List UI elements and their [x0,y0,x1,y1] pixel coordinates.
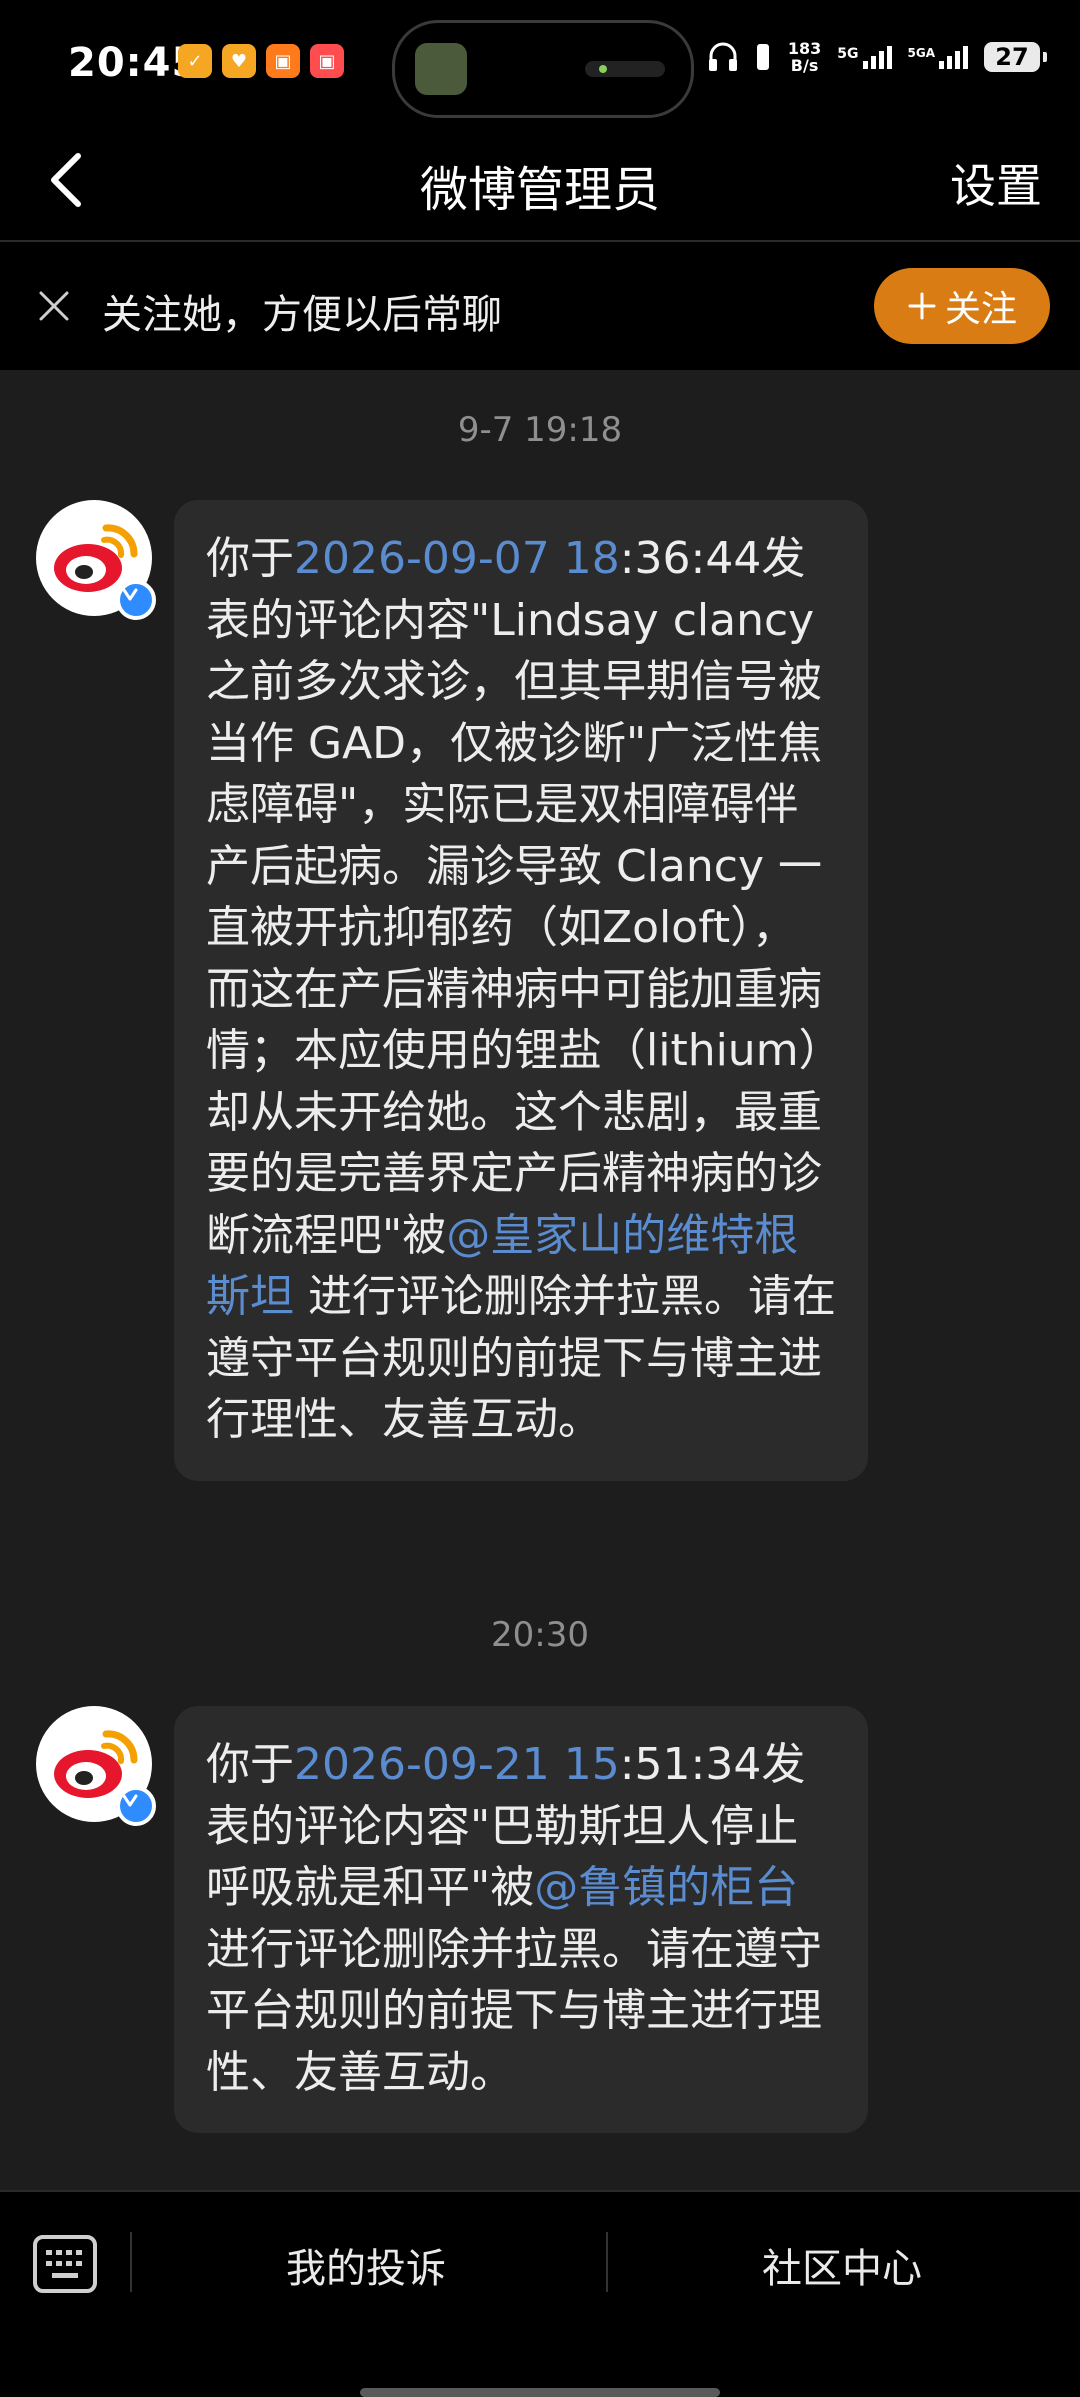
user-mention-link[interactable]: @鲁镇的柜台 [534,1862,798,1913]
headphones-icon [708,42,737,71]
avatar[interactable] [36,1706,156,1826]
media-thumbnail [415,43,467,95]
status-app-icons: ✓ ♥ ▣ ▣ [178,44,344,78]
app-icon-4: ▣ [310,44,344,78]
vibrate-icon [756,44,769,70]
settings-button[interactable]: 设置 [950,150,1042,216]
app-icon-3: ▣ [266,44,300,78]
my-complaints-button[interactable]: 我的投诉 [286,2236,446,2294]
follow-button-label: 关注 [944,289,1017,330]
divider [130,2232,132,2292]
chat-screen: 20:45 ✓ ♥ ▣ ▣ 183 B/s 5G 5GA 27 微博管理员 设置… [0,0,1080,2397]
audio-indicator [585,61,665,77]
close-banner-button[interactable] [28,280,80,332]
community-center-button[interactable]: 社区中心 [762,2236,922,2294]
signal-bars-icon [862,45,892,69]
status-indicators: 183 B/s 5G 5GA 27 [708,39,1047,75]
close-icon [39,291,69,321]
battery-icon: 27 [984,42,1047,72]
avatar[interactable] [36,500,156,620]
header: 微博管理员 设置 [0,120,1080,242]
signal-5ga: 5GA [908,45,968,69]
message-bubble[interactable]: 你于2026-09-21 15:51:34发表的评论内容"巴勒斯坦人停止呼吸就是… [174,1706,868,2133]
network-speed: 183 B/s [787,39,822,75]
comment-time-link[interactable]: 2026-09-21 15 [294,1739,620,1790]
app-icon-2: ♥ [222,44,256,78]
status-bar: 20:45 ✓ ♥ ▣ ▣ 183 B/s 5G 5GA 27 [0,0,1080,120]
follow-prompt: 关注她，方便以后常聊 [102,292,502,338]
verified-badge-icon [116,580,156,620]
message-bubble[interactable]: 你于2026-09-07 18:36:44发表的评论内容"Lindsay cla… [174,500,868,1481]
verified-badge-icon [116,1786,156,1826]
app-icon-1: ✓ [178,44,212,78]
divider [606,2232,608,2292]
home-indicator[interactable] [360,2388,720,2397]
signal-bars-icon [939,45,968,69]
plus-icon [908,292,936,320]
dynamic-island[interactable] [392,20,694,118]
keyboard-toggle-button[interactable] [32,2234,98,2294]
bottom-bar: 我的投诉 社区中心 [0,2190,1080,2397]
page-title: 微博管理员 [419,162,660,218]
signal-5g: 5G [837,45,892,69]
message-timestamp: 9-7 19:18 [457,410,623,450]
keyboard-icon [33,2235,97,2293]
message-timestamp: 20:30 [491,1615,589,1655]
comment-time-link[interactable]: 2026-09-07 18 [294,533,620,584]
follow-button[interactable]: 关注 [874,268,1050,344]
follow-banner: 关注她，方便以后常聊 关注 [0,242,1080,370]
